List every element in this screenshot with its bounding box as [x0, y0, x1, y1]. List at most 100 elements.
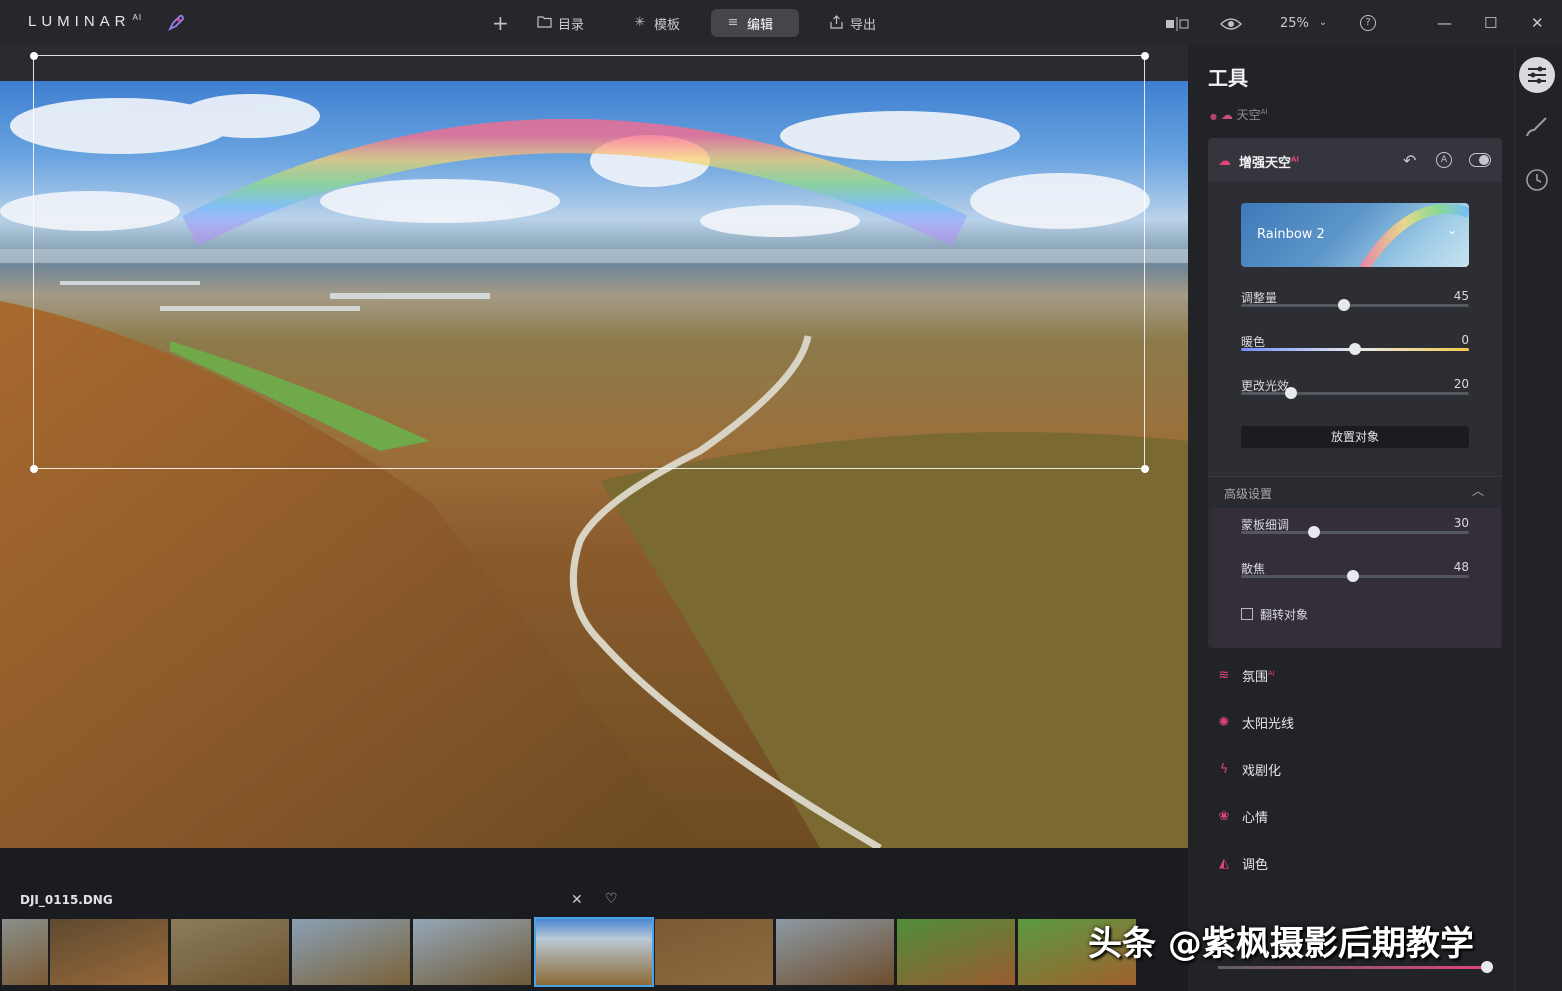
- sliders-icon: ≡: [727, 15, 739, 30]
- bottom-slider-track[interactable]: [1218, 966, 1486, 969]
- zoom-dropdown[interactable]: 25% ⌄: [1266, 9, 1345, 37]
- tool-label: 氛围: [1242, 670, 1269, 685]
- preset-selector[interactable]: Rainbow 2 ⌄: [1241, 203, 1469, 267]
- bottom-slider-knob[interactable]: [1481, 961, 1493, 973]
- cloud-icon: ☁: [1218, 154, 1231, 169]
- advanced-settings-label: 高级设置: [1224, 487, 1273, 501]
- tab-export[interactable]: 导出: [814, 9, 890, 37]
- chevron-down-icon: ⌄: [1447, 223, 1458, 237]
- app-logo: LUMINAR AI: [28, 13, 142, 30]
- compare-icon[interactable]: [1165, 16, 1189, 35]
- eye-icon[interactable]: [1220, 16, 1242, 35]
- sliders-icon: [1528, 66, 1546, 84]
- close-window-button[interactable]: ✕: [1531, 14, 1544, 32]
- crop-box[interactable]: [33, 55, 1145, 469]
- slider-knob[interactable]: [1338, 299, 1350, 311]
- sky-row-label: 天空: [1236, 108, 1261, 122]
- cloud-icon: ☁: [1220, 108, 1233, 122]
- slider-track[interactable]: [1241, 304, 1469, 307]
- slider-value: 30: [1453, 516, 1469, 530]
- sun-icon: ✺: [1218, 714, 1230, 730]
- slider-track[interactable]: [1241, 392, 1469, 395]
- crop-handle-bottom-left[interactable]: [30, 465, 38, 473]
- crop-handle-top-right[interactable]: [1141, 52, 1149, 60]
- crop-handle-top-left[interactable]: [30, 52, 38, 60]
- maximize-button[interactable]: ☐: [1484, 14, 1497, 32]
- folder-icon: [536, 15, 552, 31]
- lightning-icon: ϟ: [1219, 761, 1229, 777]
- paint-bucket-icon: ◭: [1219, 855, 1229, 871]
- history-clock-icon[interactable]: [1525, 168, 1549, 196]
- slider-value: 0: [1461, 333, 1469, 347]
- tool-sup: AI: [1268, 669, 1275, 678]
- filmstrip-thumbnail[interactable]: [534, 917, 654, 987]
- tools-tab-button[interactable]: [1519, 57, 1555, 93]
- panel-title: 工具: [1208, 66, 1248, 90]
- chevron-up-icon[interactable]: ︿: [1472, 482, 1484, 499]
- watermark-text: 头条 @紫枫摄影后期教学: [1088, 924, 1474, 964]
- undo-icon[interactable]: ↶: [1403, 151, 1416, 170]
- add-button[interactable]: +: [478, 9, 522, 37]
- slider-knob[interactable]: [1349, 343, 1361, 355]
- sparkle-icon: ✳: [634, 15, 646, 30]
- tool-toning[interactable]: ◭ 调色: [1216, 854, 1269, 874]
- tool-sunrays[interactable]: ✺ 太阳光线: [1216, 713, 1295, 733]
- reject-icon[interactable]: ✕: [571, 892, 583, 908]
- slider-knob[interactable]: [1285, 387, 1297, 399]
- filmstrip-thumbnail[interactable]: [897, 919, 1015, 985]
- flip-object-label: 翻转对象: [1260, 608, 1309, 622]
- toggle-knob: [1479, 155, 1489, 165]
- card-title-sup: AI: [1291, 155, 1300, 164]
- filmstrip-thumbnail[interactable]: [292, 919, 410, 985]
- help-icon[interactable]: ?: [1360, 15, 1376, 31]
- filmstrip-thumbnail[interactable]: [776, 919, 894, 985]
- tab-catalog[interactable]: 目录: [522, 9, 598, 37]
- current-filename: DJI_0115.DNG: [20, 893, 113, 907]
- preset-label: Rainbow 2: [1257, 227, 1325, 242]
- minimize-button[interactable]: —: [1437, 14, 1452, 32]
- tool-label: 戏剧化: [1242, 764, 1282, 779]
- dot-icon: ●: [1210, 112, 1217, 121]
- tab-edit[interactable]: ≡ 编辑: [711, 9, 799, 37]
- filmstrip-thumbnail[interactable]: [50, 919, 168, 985]
- visibility-toggle[interactable]: [1469, 153, 1491, 167]
- chevron-down-icon: ⌄: [1318, 17, 1328, 28]
- tool-label: 心情: [1242, 811, 1269, 826]
- tool-mood[interactable]: ❀ 心情: [1216, 807, 1269, 827]
- card-title-text: 增强天空: [1239, 156, 1292, 171]
- tab-templates[interactable]: ✳ 模板: [618, 9, 694, 37]
- slider-value: 20: [1453, 377, 1469, 391]
- zoom-value: 25%: [1280, 15, 1309, 31]
- heart-icon[interactable]: ♡: [605, 891, 618, 907]
- flip-object-checkbox[interactable]: [1241, 608, 1253, 620]
- tab-templates-label: 模板: [654, 17, 681, 33]
- lotus-icon: ❀: [1218, 808, 1230, 824]
- tab-edit-label: 编辑: [747, 17, 774, 33]
- share-icon: [828, 15, 844, 31]
- slider-knob[interactable]: [1308, 526, 1320, 538]
- filmstrip-thumbnail[interactable]: [413, 919, 531, 985]
- slider-knob[interactable]: [1347, 570, 1359, 582]
- filmstrip-thumbnail[interactable]: [171, 919, 289, 985]
- waves-icon: ≋: [1218, 667, 1230, 683]
- sky-row-sup: AI: [1260, 108, 1268, 116]
- slider-value: 45: [1453, 289, 1469, 303]
- brush-icon[interactable]: [1525, 116, 1549, 142]
- tool-label: 调色: [1242, 858, 1269, 873]
- logo-text: LUMINAR: [28, 13, 131, 30]
- sky-category-row[interactable]: ● ☁ 天空AI: [1210, 106, 1268, 123]
- tool-label: 太阳光线: [1242, 717, 1295, 732]
- place-object-button[interactable]: 放置对象: [1241, 426, 1469, 448]
- tool-atmosphere[interactable]: ≋ 氛围AI: [1216, 666, 1275, 686]
- slider-track[interactable]: [1241, 531, 1469, 534]
- filmstrip-thumbnail[interactable]: [655, 919, 773, 985]
- enhance-sky-title: ☁ 增强天空AI: [1218, 152, 1299, 171]
- tab-export-label: 导出: [850, 17, 877, 33]
- filmstrip-thumbnail[interactable]: [2, 919, 48, 985]
- pen-icon[interactable]: A: [1436, 152, 1452, 168]
- tab-catalog-label: 目录: [558, 17, 585, 33]
- rocket-icon[interactable]: [166, 13, 186, 37]
- slider-value: 48: [1453, 560, 1469, 574]
- crop-handle-bottom-right[interactable]: [1141, 465, 1149, 473]
- tool-dramatic[interactable]: ϟ 戏剧化: [1216, 760, 1282, 780]
